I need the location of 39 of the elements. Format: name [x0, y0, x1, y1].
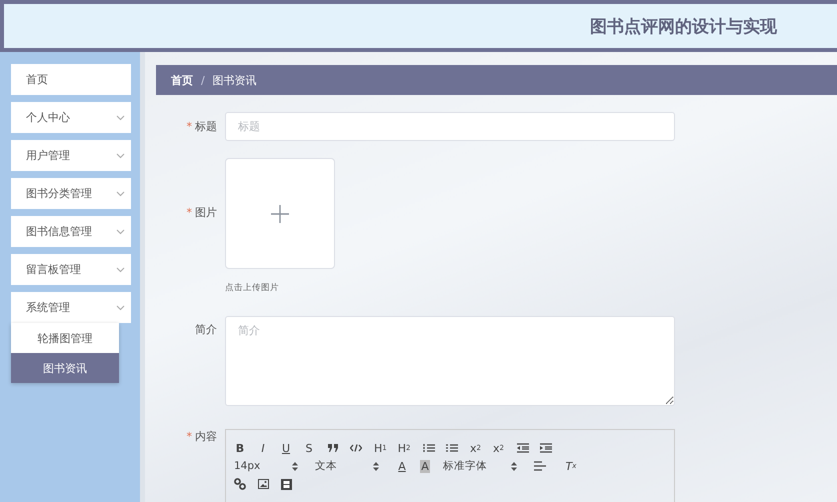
field-label: 图片 — [195, 206, 217, 219]
separator: / — [201, 74, 205, 86]
bold-button[interactable]: B — [234, 440, 246, 456]
italic-button[interactable]: I — [257, 440, 269, 456]
sidebar-item[interactable]: 图书信息管理 — [11, 216, 131, 247]
video-icon[interactable] — [280, 476, 292, 492]
field-label: 简介 — [195, 323, 217, 336]
strikethrough-button[interactable]: S — [303, 440, 315, 456]
updown-caret-icon — [373, 462, 379, 470]
title-input[interactable]: 标题 — [225, 112, 675, 141]
paragraph-select[interactable]: 文本 — [315, 459, 379, 473]
font-size-select[interactable]: 14px — [234, 460, 298, 472]
required-mark: * — [186, 430, 192, 443]
site-title: 图书点评网的设计与实现 — [590, 16, 777, 38]
breadcrumb-link[interactable]: 首页 — [171, 72, 193, 88]
submenu-item[interactable]: 图书资讯 — [11, 353, 119, 383]
superscript-button[interactable]: x$^{2}$ — [492, 440, 504, 456]
sidebar-item[interactable]: 首页 — [11, 64, 131, 95]
image-icon[interactable] — [257, 476, 269, 492]
submenu-item[interactable]: 轮播图管理 — [11, 323, 119, 353]
field-label: 内容 — [195, 430, 217, 443]
required-mark: * — [186, 206, 192, 219]
link-icon[interactable] — [234, 476, 246, 492]
sidebar-item[interactable]: 个人中心 — [11, 102, 131, 133]
updown-caret-icon — [511, 462, 517, 470]
updown-caret-icon — [292, 462, 298, 470]
background-color-button[interactable]: A — [419, 458, 431, 474]
sidebar-item[interactable]: 用户管理 — [11, 140, 131, 171]
underline-button[interactable]: U — [280, 440, 292, 456]
font-family-select[interactable]: 标准字体 — [443, 459, 517, 473]
sidebar-item[interactable]: 留言板管理 — [11, 254, 131, 285]
sidebar-item[interactable]: 系统管理 — [11, 292, 131, 323]
upload-hint: 点击上传图片 — [225, 282, 279, 294]
sidebar-item[interactable]: 图书分类管理 — [11, 178, 131, 209]
plus-icon — [271, 204, 289, 222]
text-color-button[interactable]: A — [396, 458, 408, 474]
summary-textarea[interactable]: 简介 — [225, 316, 675, 406]
field-label: 标题 — [195, 120, 217, 133]
required-mark: * — [186, 120, 192, 133]
